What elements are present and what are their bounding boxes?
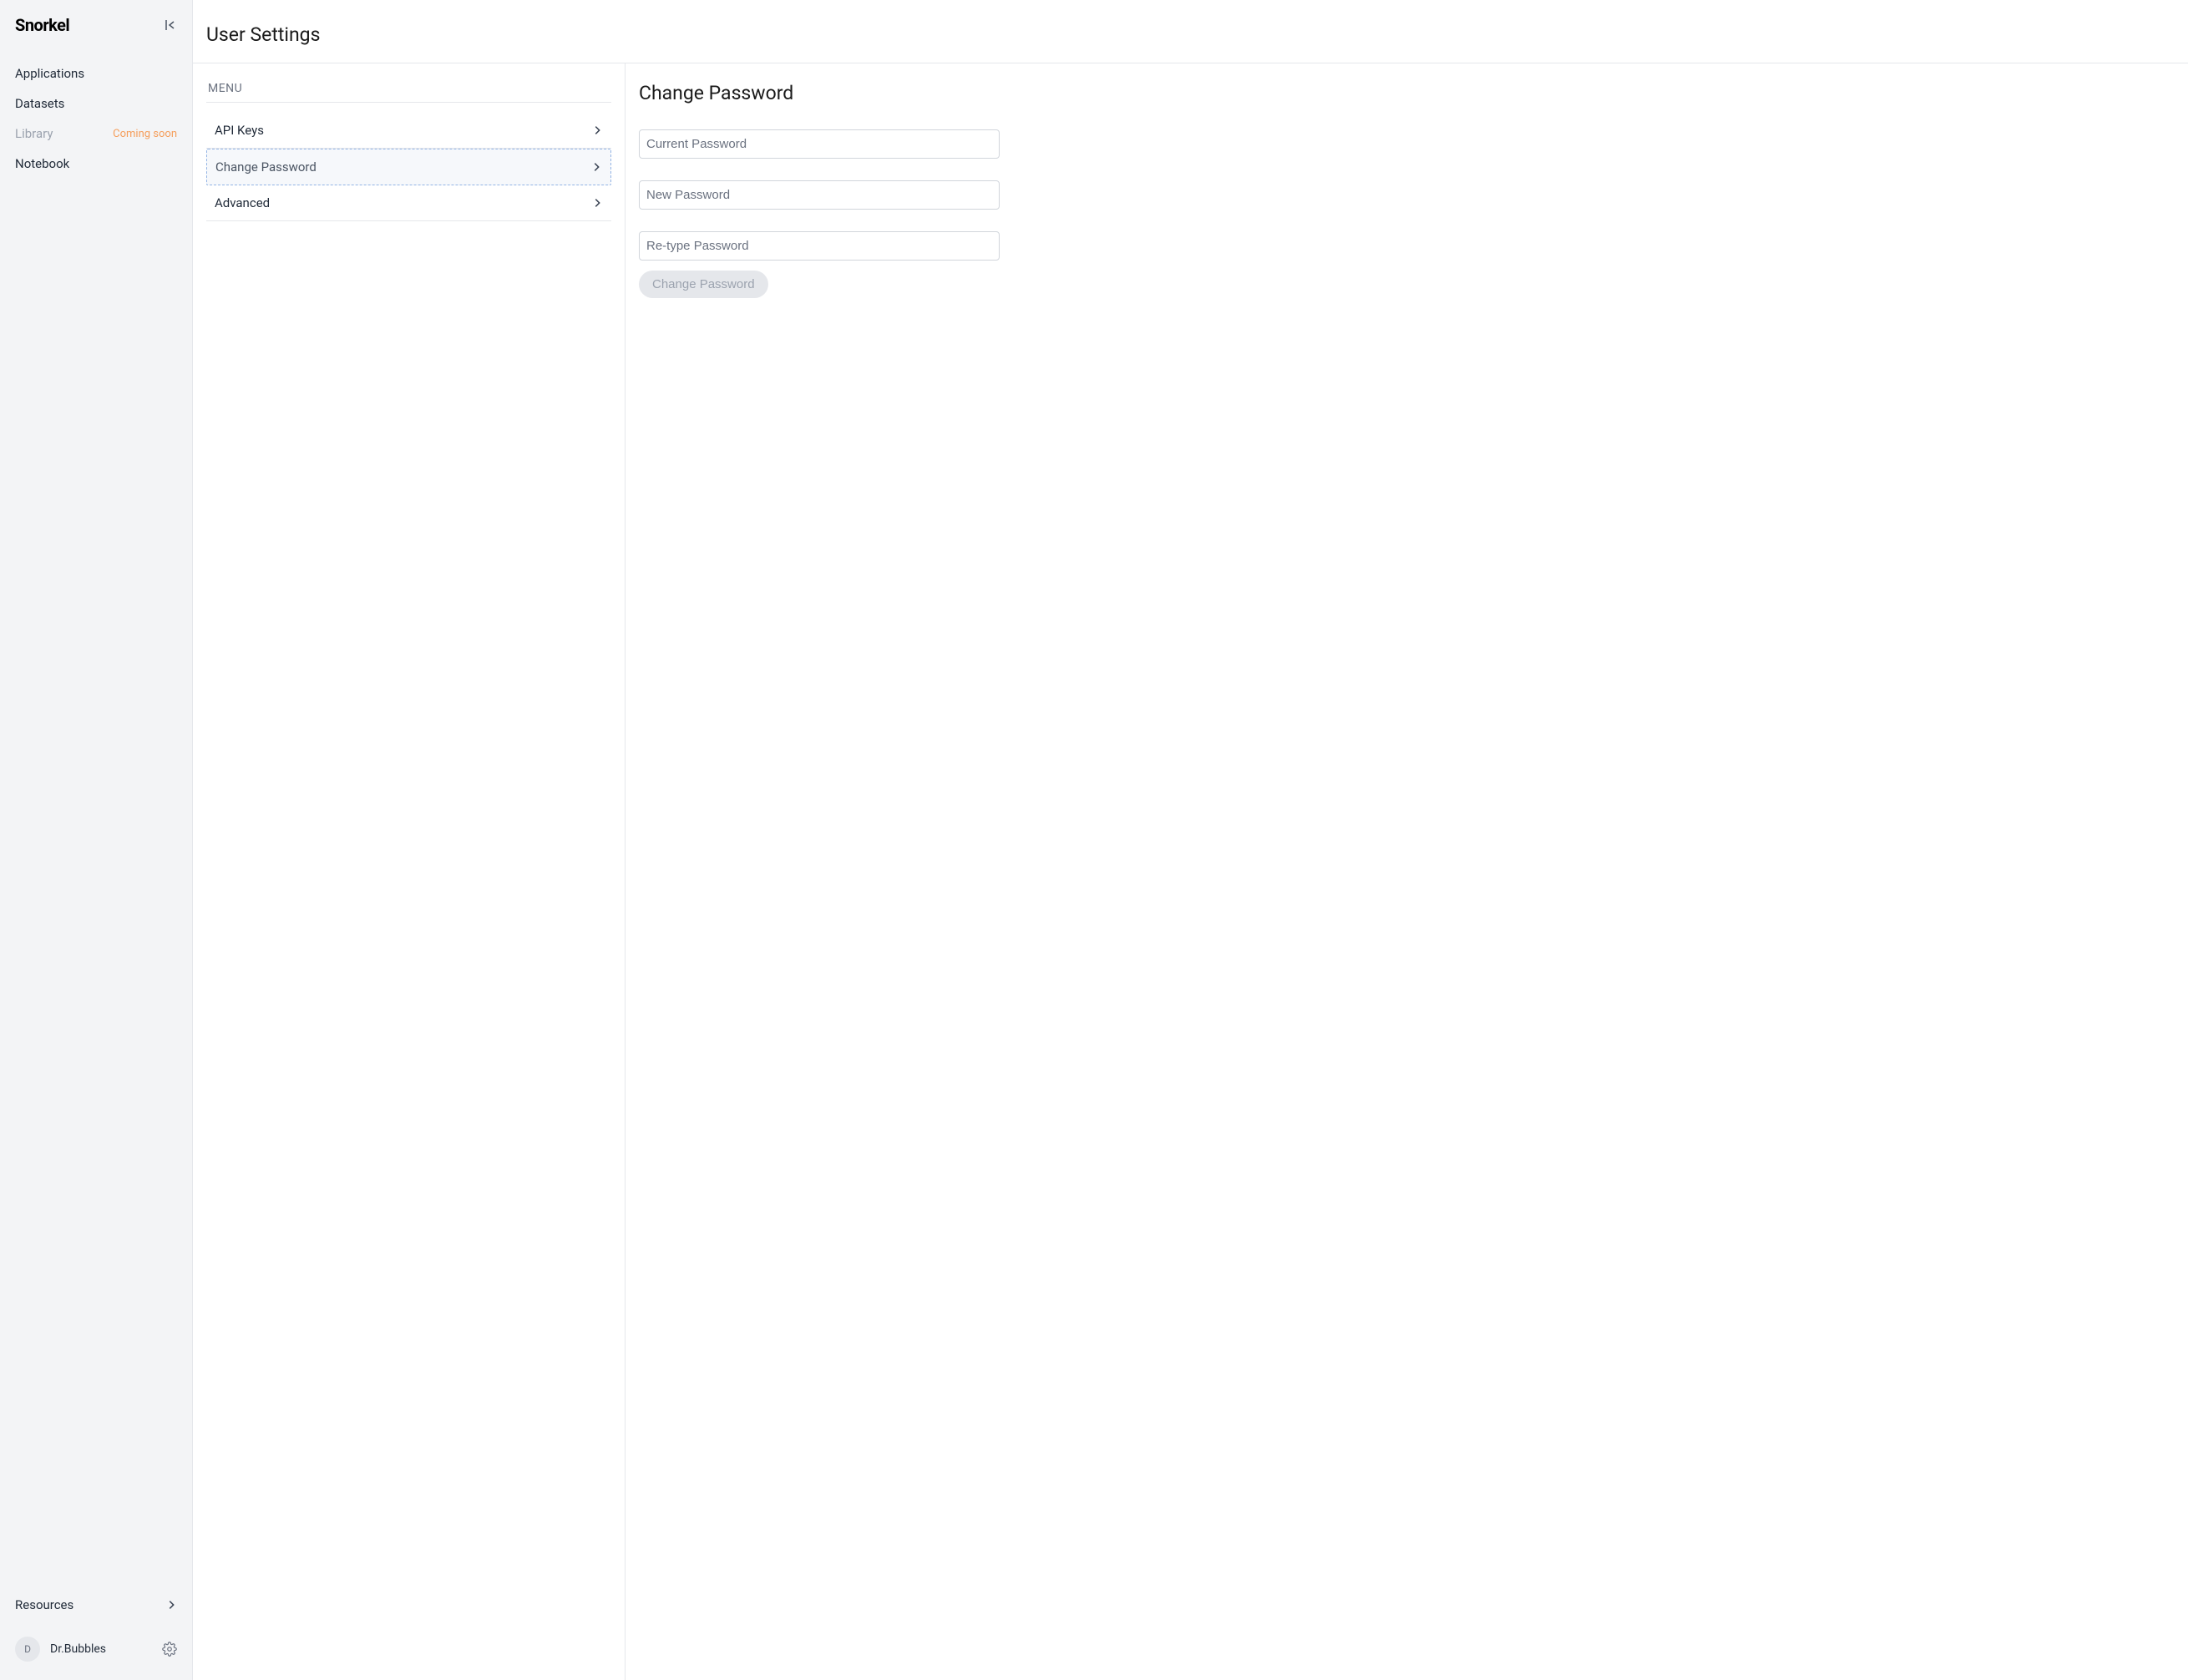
settings-menu-panel: MENU API Keys Change Password: [193, 63, 626, 1680]
retype-password-input[interactable]: [639, 231, 1000, 261]
current-password-input[interactable]: [639, 129, 1000, 159]
menu-heading: MENU: [206, 82, 611, 103]
sidebar-footer: Resources D Dr.Bubbles: [15, 1590, 177, 1665]
change-password-button[interactable]: Change Password: [639, 271, 768, 298]
sidebar: Snorkel Applications Datasets Library Co…: [0, 0, 193, 1680]
gear-icon: [162, 1642, 177, 1657]
menu-list: API Keys Change Password: [206, 113, 611, 221]
user-row: D Dr.Bubbles: [15, 1633, 177, 1665]
sidebar-item-label: Applications: [15, 66, 84, 81]
brand-logo: Snorkel: [15, 15, 69, 35]
username: Dr.Bubbles: [50, 1642, 106, 1656]
sidebar-header: Snorkel: [15, 15, 177, 35]
content-split: MENU API Keys Change Password: [193, 63, 2188, 1680]
sidebar-item-label: Notebook: [15, 156, 69, 171]
coming-soon-badge: Coming soon: [113, 128, 177, 140]
sidebar-item-datasets[interactable]: Datasets: [15, 89, 177, 119]
menu-item-api-keys[interactable]: API Keys: [206, 113, 611, 149]
chevron-right-icon: [165, 1599, 177, 1611]
detail-panel: Change Password Change Password: [626, 63, 2188, 1680]
settings-button[interactable]: [162, 1642, 177, 1657]
sidebar-nav: Applications Datasets Library Coming soo…: [15, 58, 177, 179]
user-info[interactable]: D Dr.Bubbles: [15, 1637, 106, 1662]
sidebar-item-resources[interactable]: Resources: [15, 1590, 177, 1620]
chevron-right-icon: [591, 197, 603, 209]
collapse-icon: [164, 18, 177, 32]
menu-item-label: Advanced: [215, 195, 270, 210]
sidebar-item-label: Datasets: [15, 96, 64, 111]
sidebar-item-label: Resources: [15, 1597, 73, 1612]
sidebar-item-applications[interactable]: Applications: [15, 58, 177, 89]
new-password-input[interactable]: [639, 180, 1000, 210]
detail-title: Change Password: [639, 82, 2175, 104]
page-title: User Settings: [206, 23, 2161, 46]
menu-item-advanced[interactable]: Advanced: [206, 185, 611, 221]
chevron-right-icon: [590, 161, 602, 173]
sidebar-item-library: Library Coming soon: [15, 119, 177, 149]
menu-item-label: API Keys: [215, 123, 264, 138]
main-content: User Settings MENU API Keys Change Passw: [193, 0, 2188, 1680]
page-header: User Settings: [193, 0, 2188, 63]
menu-item-change-password[interactable]: Change Password: [206, 149, 611, 185]
sidebar-collapse-button[interactable]: [164, 18, 177, 32]
submit-row: Change Password: [639, 271, 1000, 298]
avatar: D: [15, 1637, 40, 1662]
sidebar-item-label: Library: [15, 126, 53, 141]
change-password-form: Change Password: [639, 129, 1000, 298]
chevron-right-icon: [591, 124, 603, 136]
menu-item-label: Change Password: [215, 159, 317, 175]
sidebar-item-notebook[interactable]: Notebook: [15, 149, 177, 179]
